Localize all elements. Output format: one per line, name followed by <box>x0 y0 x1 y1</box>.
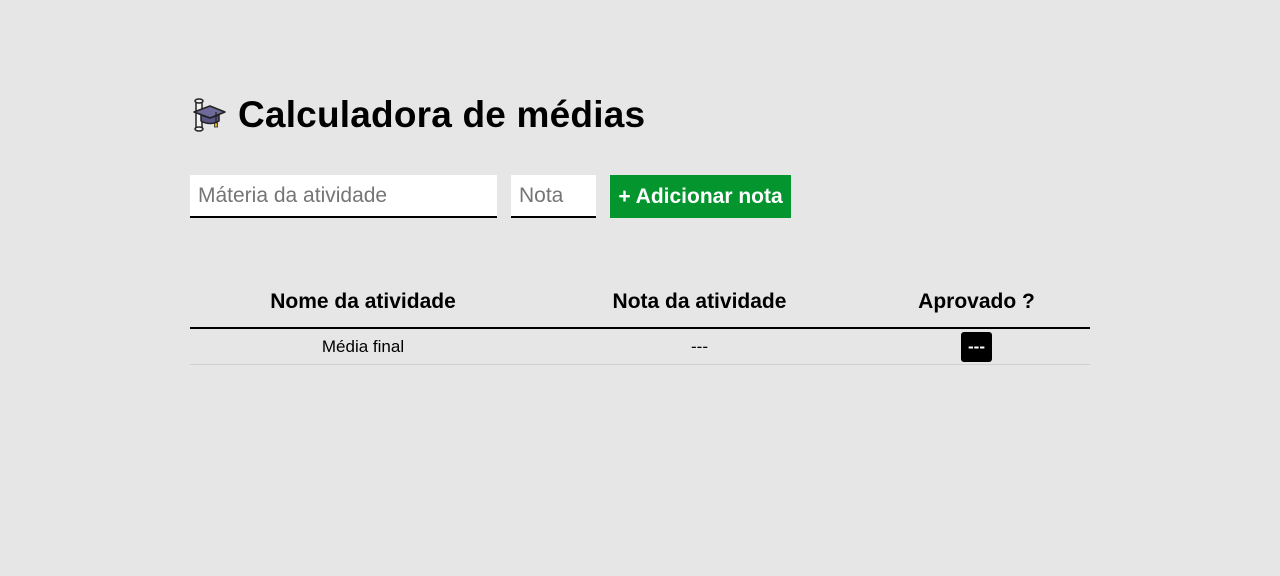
add-grade-button[interactable]: + Adicionar nota <box>610 175 791 218</box>
activity-name-input[interactable] <box>190 175 497 218</box>
column-header-activity-name: Nome da atividade <box>190 277 536 329</box>
final-average-value: --- <box>536 328 863 365</box>
final-status-cell: --- <box>863 328 1090 365</box>
final-average-row: Média final --- --- <box>190 328 1090 365</box>
add-grade-form: + Adicionar nota <box>190 175 791 218</box>
column-header-activity-grade: Nota da atividade <box>536 277 863 329</box>
main-container: Calculadora de médias + Adicionar nota N… <box>190 92 1090 365</box>
final-average-label: Média final <box>190 328 536 365</box>
page-title: Calculadora de médias <box>238 94 646 135</box>
grades-table: Nome da atividade Nota da atividade Apro… <box>190 277 1090 365</box>
grade-input[interactable] <box>511 175 596 218</box>
column-header-approved: Aprovado ? <box>863 277 1090 329</box>
graduation-cap-icon <box>190 97 226 133</box>
final-status-badge: --- <box>961 331 992 362</box>
page-header: Calculadora de médias <box>190 92 1090 138</box>
table-header-row: Nome da atividade Nota da atividade Apro… <box>190 277 1090 329</box>
